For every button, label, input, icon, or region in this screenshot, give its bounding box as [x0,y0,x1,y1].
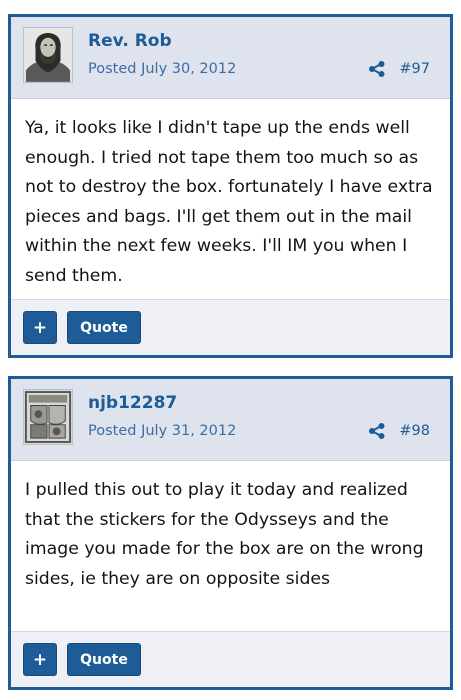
post-98: njb12287 Posted July 31, 2012 #98 I pull… [8,376,453,690]
quote-button[interactable]: Quote [67,643,141,676]
bearded-man-avatar-icon [24,28,72,82]
post-footer: + Quote [11,299,450,355]
multi-quote-button[interactable]: + [23,311,57,344]
post-number[interactable]: #98 [399,423,430,439]
post-body: Ya, it looks like I didn't tape up the e… [25,118,433,286]
post-header: njb12287 Posted July 31, 2012 #98 [11,379,450,461]
post-date[interactable]: Posted July 31, 2012 [88,423,236,439]
share-icon[interactable] [368,60,386,78]
quote-button[interactable]: Quote [67,311,141,344]
user-avatar[interactable] [23,389,73,445]
user-avatar[interactable] [23,27,73,83]
username[interactable]: Rev. Rob [88,31,172,51]
coat-of-arms-avatar-icon [24,390,72,444]
post-footer: + Quote [11,631,450,687]
post-date[interactable]: Posted July 30, 2012 [88,61,236,77]
post-number[interactable]: #97 [399,61,430,77]
share-icon[interactable] [368,422,386,440]
multi-quote-button[interactable]: + [23,643,57,676]
post-97: Rev. Rob Posted July 30, 2012 #97 Ya, it… [8,14,453,358]
username[interactable]: njb12287 [88,393,177,413]
post-header: Rev. Rob Posted July 30, 2012 #97 [11,17,450,99]
post-body: I pulled this out to play it today and r… [25,480,424,589]
